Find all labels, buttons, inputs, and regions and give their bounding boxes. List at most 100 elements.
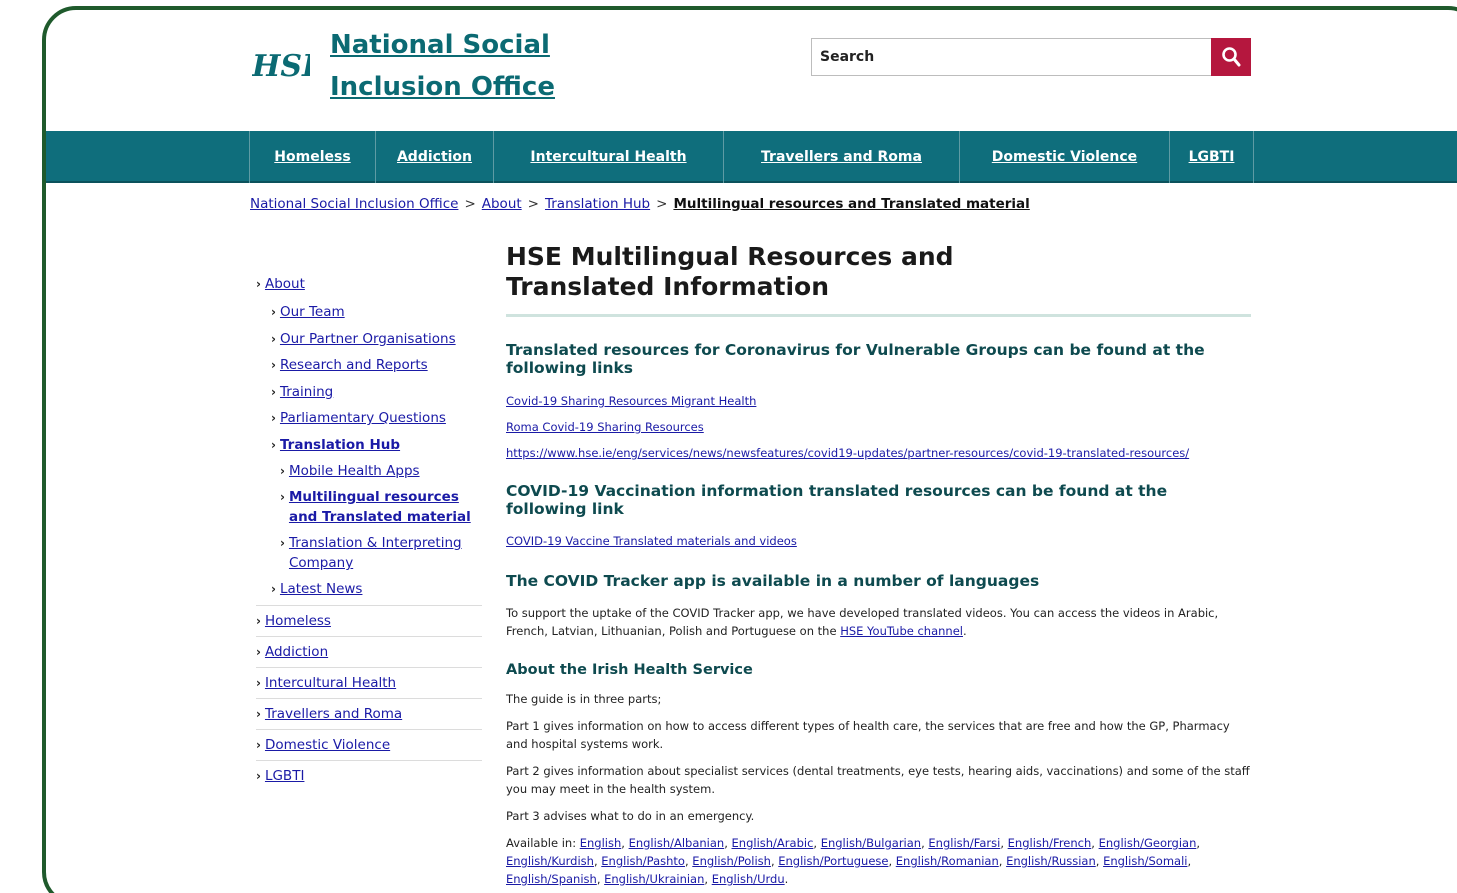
language-link[interactable]: English xyxy=(580,836,622,850)
site-title-line1[interactable]: National Social xyxy=(330,24,555,66)
breadcrumb-separator: > xyxy=(527,196,539,212)
sidebar-item-translation-hub[interactable]: › Translation Hub xyxy=(256,435,482,462)
guide-part-1: Part 1 gives information on how to acces… xyxy=(506,719,1230,751)
sidebar-item-label[interactable]: Parliamentary Questions xyxy=(280,408,446,428)
chevron-right-icon: › xyxy=(256,645,261,659)
language-link[interactable]: English/Pashto xyxy=(601,854,685,868)
screenshot-frame: HSE National Social Inclusion Office Sea… xyxy=(42,6,1457,893)
language-link-list: English, English/Albanian, English/Arabi… xyxy=(506,836,1201,886)
sidebar: › About › Our Team › Our Partner Organis… xyxy=(256,274,482,791)
site-title[interactable]: National Social Inclusion Office xyxy=(330,24,555,108)
language-link[interactable]: English/Romanian xyxy=(896,854,999,868)
sidebar-item-label[interactable]: About xyxy=(265,274,305,294)
sidebar-item-label[interactable]: Training xyxy=(280,382,333,402)
title-divider xyxy=(506,314,1251,317)
language-link[interactable]: English/Bulgarian xyxy=(821,836,921,850)
chevron-right-icon: › xyxy=(271,331,276,346)
nav-intercultural-health[interactable]: Intercultural Health xyxy=(494,131,724,183)
sidebar-item-travellers-and-roma[interactable]: › Travellers and Roma xyxy=(256,698,482,729)
link-translated-resources-url[interactable]: https://www.hse.ie/eng/services/news/new… xyxy=(506,446,1251,460)
sidebar-item-about[interactable]: › About xyxy=(256,274,482,302)
chevron-right-icon: › xyxy=(280,536,285,550)
link-migrant-health[interactable]: Covid-19 Sharing Resources Migrant Healt… xyxy=(506,394,1251,408)
section-heading-covid-tracker: The COVID Tracker app is available in a … xyxy=(506,572,1040,590)
language-link[interactable]: English/Kurdish xyxy=(506,854,594,868)
sidebar-item-research-and-reports[interactable]: › Research and Reports xyxy=(256,355,482,382)
link-roma-resources[interactable]: Roma Covid-19 Sharing Resources xyxy=(506,420,1251,434)
chevron-right-icon: › xyxy=(271,358,276,372)
language-link[interactable]: English/Somali xyxy=(1103,854,1187,868)
chevron-right-icon: › xyxy=(280,464,285,478)
sidebar-item-multilingual-resources[interactable]: › Multilingual resources and Translated … xyxy=(256,487,482,533)
sidebar-item-label[interactable]: Our Team xyxy=(280,302,345,322)
search-box[interactable]: Search xyxy=(811,38,1251,76)
nav-lgbti[interactable]: LGBTI xyxy=(1170,131,1254,183)
sidebar-item-translation-company[interactable]: › Translation & Interpreting Company xyxy=(256,533,482,579)
sidebar-item-lgbti[interactable]: › LGBTI xyxy=(256,760,482,791)
available-languages: Available in: English, English/Albanian,… xyxy=(506,834,1251,888)
page-title-line1: HSE Multilingual Resources and xyxy=(506,242,954,271)
sidebar-item-label[interactable]: Mobile Health Apps xyxy=(289,461,420,481)
language-link[interactable]: English/Ukrainian xyxy=(604,872,704,886)
main-nav: Homeless Addiction Intercultural Health … xyxy=(46,131,1457,183)
sidebar-item-domestic-violence[interactable]: › Domestic Violence xyxy=(256,729,482,760)
language-link[interactable]: English/Georgian xyxy=(1099,836,1197,850)
language-link[interactable]: English/Russian xyxy=(1006,854,1096,868)
chevron-right-icon: › xyxy=(271,411,276,425)
language-link[interactable]: English/Albanian xyxy=(629,836,725,850)
sidebar-item-latest-news[interactable]: › Latest News xyxy=(256,579,482,605)
site-title-line2[interactable]: Inclusion Office xyxy=(330,66,555,108)
sidebar-item-label[interactable]: Travellers and Roma xyxy=(265,706,402,722)
link-vaccine-materials[interactable]: COVID-19 Vaccine Translated materials an… xyxy=(506,534,1251,548)
language-link[interactable]: English/Spanish xyxy=(506,872,597,886)
logo-text: HSE xyxy=(252,49,310,84)
sidebar-item-addiction[interactable]: › Addiction xyxy=(256,636,482,667)
guide-intro: The guide is in three parts; xyxy=(506,692,662,706)
section-heading-irish-health-service: About the Irish Health Service xyxy=(506,662,753,678)
language-link[interactable]: English/Arabic xyxy=(732,836,814,850)
language-link[interactable]: English/Polish xyxy=(692,854,771,868)
breadcrumb-separator: > xyxy=(656,196,668,212)
sidebar-item-label[interactable]: Multilingual resources and Translated ma… xyxy=(289,487,482,527)
breadcrumb-translation-hub[interactable]: Translation Hub xyxy=(545,196,650,212)
nav-homeless[interactable]: Homeless xyxy=(250,131,376,183)
sidebar-item-label[interactable]: Intercultural Health xyxy=(265,675,396,691)
sidebar-item-label[interactable]: Our Partner Organisations xyxy=(280,329,456,349)
language-link[interactable]: English/French xyxy=(1008,836,1092,850)
sidebar-item-label[interactable]: Translation & Interpreting Company xyxy=(289,533,482,573)
sidebar-item-label[interactable]: Research and Reports xyxy=(280,355,428,375)
breadcrumb-current: Multilingual resources and Translated ma… xyxy=(673,196,1030,212)
sidebar-item-label[interactable]: Domestic Violence xyxy=(265,737,390,753)
chevron-right-icon: › xyxy=(271,582,276,596)
covid-tracker-text: To support the uptake of the COVID Track… xyxy=(506,606,1219,638)
hse-youtube-link[interactable]: HSE YouTube channel xyxy=(840,624,963,638)
breadcrumb-about[interactable]: About xyxy=(482,196,522,212)
language-link[interactable]: English/Farsi xyxy=(928,836,1000,850)
search-input[interactable]: Search xyxy=(820,49,874,65)
guide-part-2: Part 2 gives information about specialis… xyxy=(506,764,1250,796)
nav-domestic-violence[interactable]: Domestic Violence xyxy=(960,131,1170,183)
sidebar-item-label[interactable]: Latest News xyxy=(280,579,363,599)
sidebar-item-mobile-health-apps[interactable]: › Mobile Health Apps xyxy=(256,461,482,487)
sidebar-item-label[interactable]: Homeless xyxy=(265,613,331,629)
chevron-right-icon: › xyxy=(271,437,276,452)
sidebar-item-homeless[interactable]: › Homeless xyxy=(256,605,482,636)
sidebar-item-label[interactable]: Translation Hub xyxy=(280,435,400,455)
sidebar-item-label[interactable]: Addiction xyxy=(265,644,328,660)
hse-logo[interactable]: HSE xyxy=(251,44,326,84)
sidebar-item-partner-organisations[interactable]: › Our Partner Organisations xyxy=(256,329,482,356)
sidebar-item-intercultural-health[interactable]: › Intercultural Health xyxy=(256,667,482,698)
nav-travellers-and-roma[interactable]: Travellers and Roma xyxy=(724,131,960,183)
breadcrumb-separator: > xyxy=(464,196,476,212)
sidebar-item-our-team[interactable]: › Our Team xyxy=(256,302,482,329)
language-link[interactable]: English/Portuguese xyxy=(778,854,888,868)
chevron-right-icon: › xyxy=(256,676,261,690)
sidebar-item-parliamentary-questions[interactable]: › Parliamentary Questions xyxy=(256,408,482,435)
breadcrumb-home[interactable]: National Social Inclusion Office xyxy=(250,196,458,212)
sidebar-item-label[interactable]: LGBTI xyxy=(265,768,304,784)
nav-addiction[interactable]: Addiction xyxy=(376,131,494,183)
language-link[interactable]: English/Urdu xyxy=(712,872,785,886)
search-button[interactable] xyxy=(1211,38,1251,76)
sidebar-item-training[interactable]: › Training xyxy=(256,382,482,409)
chevron-right-icon: › xyxy=(271,384,276,399)
